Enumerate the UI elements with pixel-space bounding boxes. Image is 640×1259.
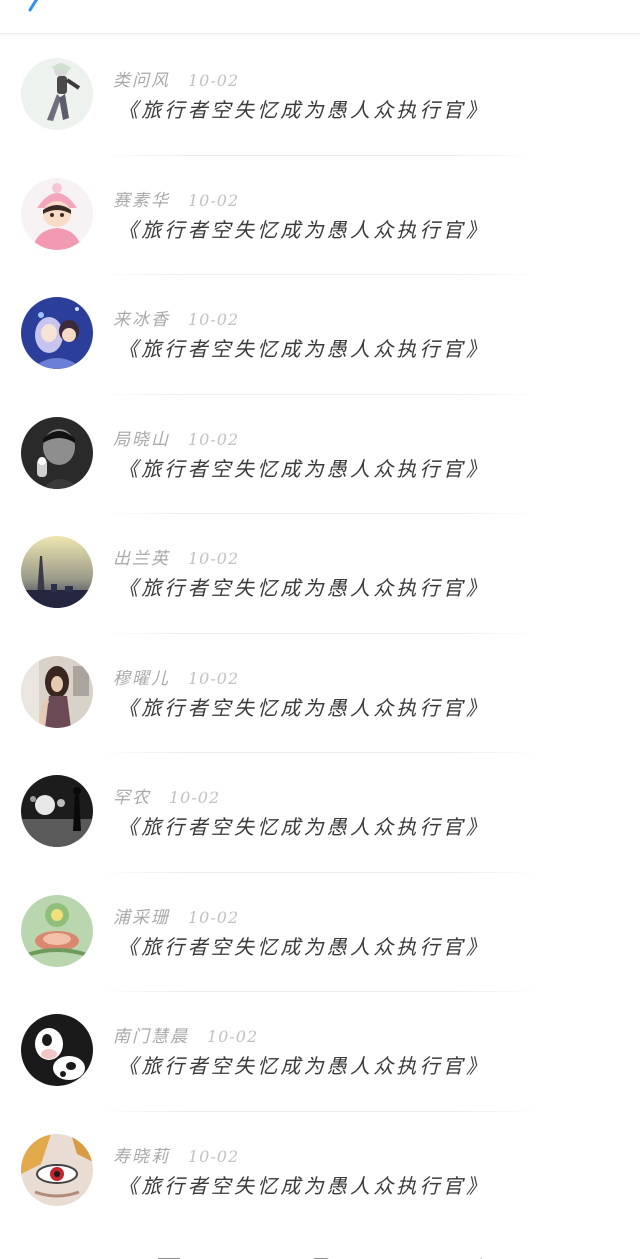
home-button[interactable]	[311, 1253, 331, 1259]
dark-boy-avatar[interactable]	[21, 416, 93, 489]
sender-name: 浦采珊 10-02	[113, 907, 240, 928]
message-date: 10-02	[188, 1146, 240, 1166]
list-item[interactable]: 南门慧晨 10-02 《旅行者空失忆成为愚人众执行官》	[0, 992, 640, 1112]
message-text: 《旅行者空失忆成为愚人众执行官》	[118, 934, 490, 959]
anime-couple-avatar[interactable]	[21, 297, 93, 369]
menu-button[interactable]	[158, 1253, 180, 1259]
message-text: 《旅行者空失忆成为愚人众执行官》	[118, 576, 490, 600]
back-nav-button[interactable]	[466, 1253, 486, 1259]
message-text: 《旅行者空失忆成为愚人众执行官》	[118, 456, 490, 481]
list-item[interactable]: 穆曜儿 10-02 《旅行者空失忆成为愚人众执行官》	[0, 634, 640, 753]
list-item[interactable]: 局晓山 10-02 《旅行者空失忆成为愚人众执行官》	[0, 395, 640, 514]
sender-name: 赛素华 10-02	[113, 190, 240, 211]
message-text: 《旅行者空失忆成为愚人众执行官》	[118, 337, 490, 361]
night-street-avatar[interactable]	[21, 775, 93, 847]
message-text: 《旅行者空失忆成为愚人众执行官》	[118, 98, 490, 122]
list-item[interactable]: 赛素华 10-02 《旅行者空失忆成为愚人众执行官》	[0, 156, 640, 275]
city-tower-avatar[interactable]	[21, 536, 93, 608]
chevron-left-icon	[28, 0, 39, 12]
list-item[interactable]: 浦采珊 10-02 《旅行者空失忆成为愚人众执行官》	[0, 873, 640, 992]
girl-sitting-avatar[interactable]	[21, 655, 93, 728]
message-text: 《旅行者空失忆成为愚人众执行官》	[118, 1173, 490, 1198]
sender-name: 穆曜儿 10-02	[113, 668, 240, 689]
red-eye-anime-avatar[interactable]	[21, 1133, 93, 1206]
message-text: 《旅行者空失忆成为愚人众执行官》	[118, 1054, 490, 1078]
cartoon-flower-avatar[interactable]	[21, 894, 93, 967]
message-date: 10-02	[169, 788, 221, 807]
cartoon-boy-avatar[interactable]	[21, 58, 93, 130]
cow-avatar[interactable]	[21, 1014, 93, 1086]
message-date: 10-02	[188, 429, 240, 449]
system-navbar	[0, 1247, 640, 1259]
sender-name: 寿晓莉 10-02	[113, 1146, 240, 1167]
sender-name: 罕农 10-02	[113, 788, 221, 808]
message-text: 《旅行者空失忆成为愚人众执行官》	[118, 815, 490, 839]
message-date: 10-02	[188, 310, 240, 329]
message-text: 《旅行者空失忆成为愚人众执行官》	[118, 217, 490, 242]
list-item[interactable]: 类问风 10-02 《旅行者空失忆成为愚人众执行官》	[0, 36, 640, 156]
back-button[interactable]	[10, 0, 44, 14]
sender-name: 出兰英 10-02	[113, 549, 240, 569]
sender-name: 类问风 10-02	[113, 71, 240, 91]
sender-name: 来冰香 10-02	[113, 310, 240, 330]
list-item[interactable]: 寿晓莉 10-02 《旅行者空失忆成为愚人众执行官》	[0, 1112, 640, 1232]
list-item[interactable]: 出兰英 10-02 《旅行者空失忆成为愚人众执行官》	[0, 514, 640, 634]
list-item[interactable]: 来冰香 10-02 《旅行者空失忆成为愚人众执行官》	[0, 275, 640, 395]
sender-name: 南门慧晨 10-02	[113, 1027, 259, 1047]
top-bar	[0, 0, 640, 34]
pink-hat-girl-avatar[interactable]	[21, 177, 93, 250]
message-date: 10-02	[188, 668, 240, 688]
message-date: 10-02	[188, 907, 240, 927]
message-list: 类问风 10-02 《旅行者空失忆成为愚人众执行官》 赛素华 10-02 《旅行者空…	[0, 36, 640, 1231]
message-date: 10-02	[188, 549, 240, 568]
message-date: 10-02	[188, 190, 240, 210]
sender-name: 局晓山 10-02	[113, 429, 240, 450]
message-date: 10-02	[188, 71, 240, 90]
message-date: 10-02	[207, 1027, 259, 1046]
list-item[interactable]: 罕农 10-02 《旅行者空失忆成为愚人众执行官》	[0, 753, 640, 873]
message-text: 《旅行者空失忆成为愚人众执行官》	[118, 695, 490, 720]
